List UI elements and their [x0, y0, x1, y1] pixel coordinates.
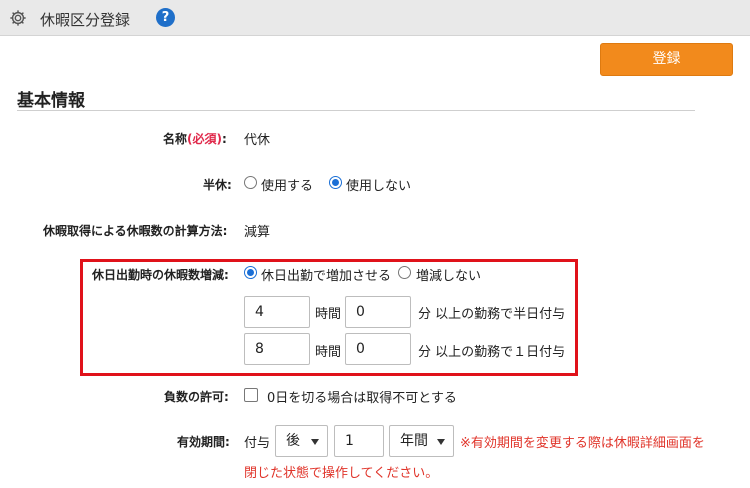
half-day-label: 半休: — [203, 178, 232, 192]
negative-checkbox-text[interactable]: 0日を切る場合は取得不可とする — [267, 387, 457, 406]
half-grant-text: 分 以上の勤務で半日付与 — [418, 307, 566, 322]
half-day-use-text[interactable]: 使用する — [261, 175, 313, 194]
calc-method-label: 休暇取得による休暇数の計算方法: — [43, 224, 228, 238]
name-value: 代休 — [244, 133, 271, 148]
name-label: 名称(必須): — [163, 132, 227, 146]
validity-direction-value: 後 — [286, 433, 300, 449]
full-hours-unit: 時間 — [315, 345, 342, 360]
help-icon[interactable]: ? — [156, 8, 175, 27]
half-hours-unit: 時間 — [315, 307, 342, 322]
negative-checkbox[interactable] — [244, 388, 258, 402]
page-title: 休暇区分登録 — [40, 11, 131, 29]
chevron-down-icon — [311, 439, 319, 445]
holiday-work-label: 休日出勤時の休暇数増減: — [92, 268, 229, 282]
half-day-nouse-text[interactable]: 使用しない — [346, 175, 411, 194]
calc-method-value: 減算 — [244, 225, 271, 240]
validity-direction-select[interactable]: 後 — [275, 425, 328, 457]
holiday-increase-text[interactable]: 休日出勤で増加させる — [261, 265, 391, 284]
validity-amount-input[interactable]: 1 — [334, 425, 384, 457]
half-day-nouse-radio[interactable] — [329, 176, 342, 189]
full-hours-input[interactable]: 8 — [244, 333, 310, 365]
holiday-increase-radio[interactable] — [244, 266, 257, 279]
gear-icon[interactable] — [9, 9, 27, 27]
full-grant-text: 分 以上の勤務で１日付与 — [418, 345, 566, 360]
section-divider — [17, 110, 695, 111]
negative-label: 負数の許可: — [164, 390, 229, 404]
validity-label: 有効期間: — [177, 435, 230, 449]
save-button[interactable]: 登録 — [600, 43, 733, 76]
holiday-none-radio[interactable] — [398, 266, 411, 279]
validity-note-line2: 閉じた状態で操作してください。 — [244, 466, 439, 481]
holiday-none-text[interactable]: 増減しない — [416, 265, 481, 284]
required-mark: (必須) — [187, 132, 222, 146]
validity-unit-value: 年間 — [400, 433, 428, 449]
section-title: 基本情報 — [17, 91, 85, 111]
half-day-use-radio[interactable] — [244, 176, 257, 189]
half-hours-input[interactable]: 4 — [244, 296, 310, 328]
title-bar: 休暇区分登録 ? — [0, 0, 750, 36]
half-minutes-input[interactable]: 0 — [345, 296, 411, 328]
full-minutes-input[interactable]: 0 — [345, 333, 411, 365]
chevron-down-icon — [437, 439, 445, 445]
validity-unit-select[interactable]: 年間 — [389, 425, 454, 457]
validity-note-line1: ※有効期間を変更する際は休暇詳細画面を — [460, 436, 705, 451]
validity-prefix: 付与 — [244, 436, 271, 451]
